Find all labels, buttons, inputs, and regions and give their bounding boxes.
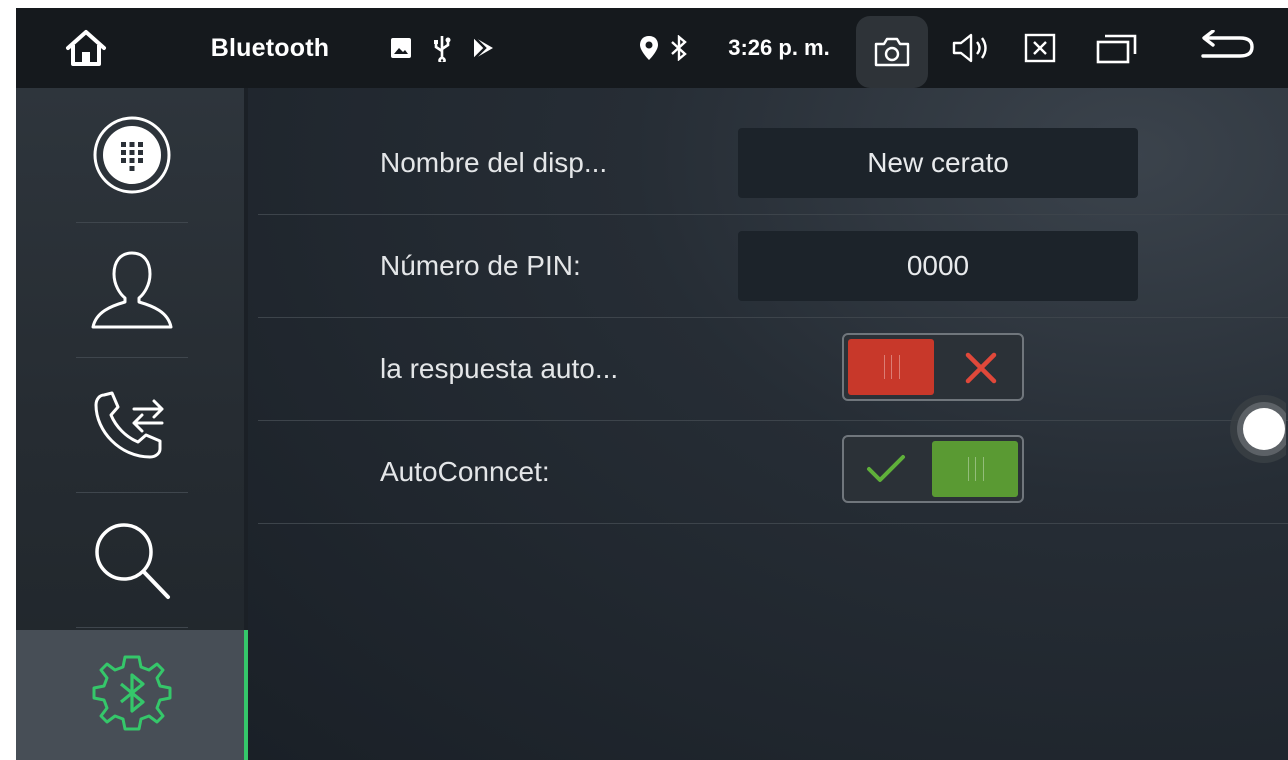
auto-answer-label: la respuesta auto... (380, 353, 619, 384)
setting-row-device-name: Nombre del disp... New cerato (258, 112, 1288, 214)
sidebar-divider (76, 627, 188, 628)
pin-label: Número de PIN: (380, 250, 581, 281)
setting-row-auto-answer: la respuesta auto... (258, 318, 1288, 420)
bluetooth-icon (666, 8, 692, 88)
contact-icon (91, 251, 173, 329)
status-bar: Bluetooth 3:26 p. m. (16, 8, 1288, 88)
sidebar-item-call-log[interactable] (16, 358, 248, 492)
pin-field[interactable]: 0000 (738, 231, 1138, 301)
search-icon (95, 523, 170, 599)
usb-icon (429, 8, 455, 88)
screen: Bluetooth 3:26 p. m. Nombre del disp... … (16, 8, 1288, 760)
home-icon[interactable] (56, 8, 116, 88)
device-name-field[interactable]: New cerato (738, 128, 1138, 198)
sidebar-item-search[interactable] (16, 493, 248, 627)
toggle-thumb (848, 339, 934, 395)
setting-row-pin: Número de PIN: 0000 (258, 215, 1288, 317)
sidebar-item-contacts[interactable] (16, 223, 248, 357)
check-mark-icon (867, 455, 905, 482)
close-window-icon[interactable] (1019, 8, 1061, 88)
x-mark-icon (965, 352, 997, 384)
image-icon (388, 8, 414, 88)
back-icon[interactable] (1196, 8, 1260, 88)
volume-icon[interactable] (946, 8, 998, 88)
dialpad-icon (93, 116, 171, 194)
location-icon (636, 8, 662, 88)
status-title: Bluetooth (210, 33, 330, 62)
bluetooth-settings-icon (92, 655, 172, 731)
sidebar-item-dialpad[interactable] (16, 88, 248, 222)
setting-row-auto-connect: AutoConncet: (258, 421, 1288, 523)
auto-connect-label: AutoConncet: (380, 456, 550, 487)
sidebar (16, 88, 248, 760)
toggle-thumb (932, 441, 1018, 497)
recent-apps-icon[interactable] (1092, 8, 1142, 88)
screenshot-icon[interactable] (856, 16, 928, 88)
auto-answer-toggle[interactable] (842, 333, 1024, 401)
row-divider (258, 523, 1288, 524)
play-store-icon (468, 8, 498, 88)
auto-connect-toggle[interactable] (842, 435, 1024, 503)
device-name-label: Nombre del disp... (380, 147, 608, 178)
status-time: 3:26 p. m. (728, 35, 830, 60)
floating-assist-button[interactable] (1228, 393, 1288, 465)
sidebar-item-bluetooth-settings[interactable] (16, 630, 248, 760)
call-transfer-icon (94, 391, 164, 459)
settings-panel: Nombre del disp... New cerato Número de … (248, 88, 1288, 760)
